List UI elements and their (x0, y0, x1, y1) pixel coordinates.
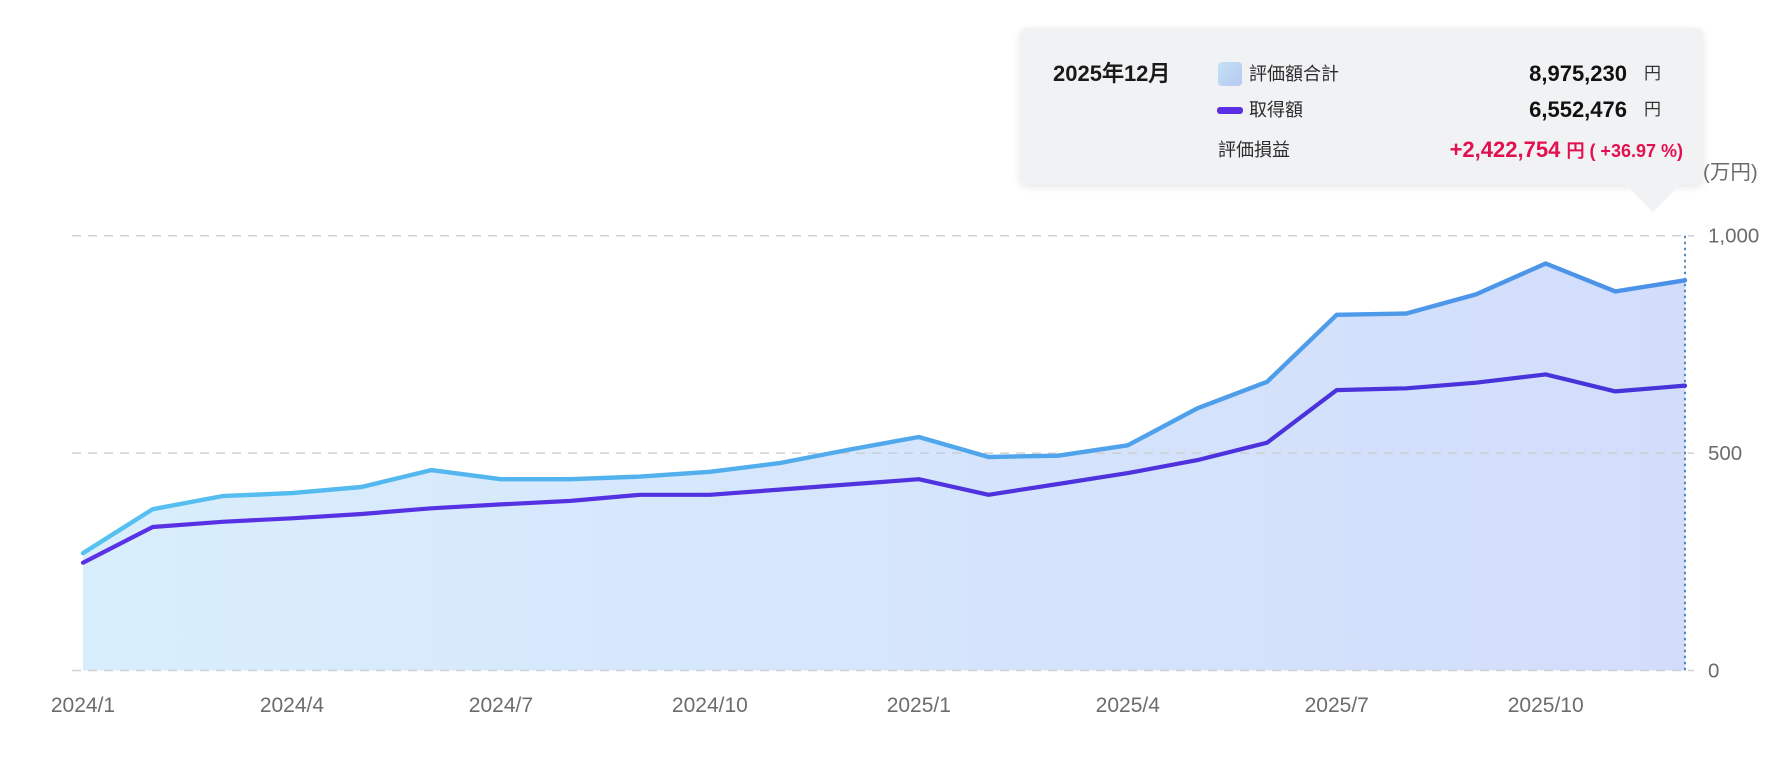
total-value-label: 評価額合計 (1249, 60, 1339, 88)
total-value-area (83, 264, 1685, 671)
gain-loss-suffix: 円 ( +36.97 %) (1566, 141, 1683, 161)
tooltip-row-acquisition: 取得額 6,552,476 円 (1020, 96, 1703, 124)
y-axis-tick-labels: 0 500 1,000 (1708, 225, 1759, 683)
x-tick-label-2024/4: 2024/4 (260, 694, 325, 717)
total-value-unit: 円 (1644, 60, 1661, 88)
y-axis-unit-label: (万円) (1703, 161, 1758, 184)
x-tick-label-2025/1: 2025/1 (887, 694, 951, 717)
x-tick-label-2024/10: 2024/10 (672, 694, 748, 717)
total-value-legend-swatch-icon (1218, 62, 1242, 86)
portfolio-value-chart[interactable]: 0 500 1,000 2024/1 2024/4 2024/7 2024/10 2025/… (0, 0, 1787, 774)
tooltip-caret-icon (1626, 185, 1680, 212)
gain-loss-amount: +2,422,754 円 ( +36.97 %) (1450, 136, 1683, 165)
x-axis-tick-labels: 2024/1 2024/4 2024/7 2024/10 2025/1 2025/4 202… (51, 694, 1584, 717)
x-tick-label-2024/7: 2024/7 (469, 694, 533, 717)
y-tick-label-500: 500 (1708, 442, 1742, 465)
x-tick-label-2025/7: 2025/7 (1305, 694, 1369, 717)
acquisition-label: 取得額 (1249, 96, 1303, 124)
gain-loss-value: +2,422,754 (1450, 137, 1561, 162)
y-tick-label-1,000: 1,000 (1708, 225, 1759, 248)
x-tick-label-2025/4: 2025/4 (1096, 694, 1161, 717)
tooltip-row-total-value: 評価額合計 8,975,230 円 (1020, 60, 1703, 88)
acquisition-legend-swatch-icon (1217, 107, 1243, 114)
x-tick-label-2025/10: 2025/10 (1508, 694, 1584, 717)
gain-loss-label: 評価損益 (1218, 136, 1290, 164)
total-value-amount: 8,975,230 (1529, 60, 1627, 88)
acquisition-unit: 円 (1644, 96, 1661, 124)
hover-tooltip: 2025年12月 評価額合計 8,975,230 円 取得額 6,552,476… (1020, 28, 1703, 185)
tooltip-row-gain-loss: 評価損益 +2,422,754 円 ( +36.97 %) (1020, 136, 1703, 164)
acquisition-amount: 6,552,476 (1529, 96, 1627, 124)
y-tick-label-0: 0 (1708, 660, 1719, 683)
x-tick-label-2024/1: 2024/1 (51, 694, 115, 717)
